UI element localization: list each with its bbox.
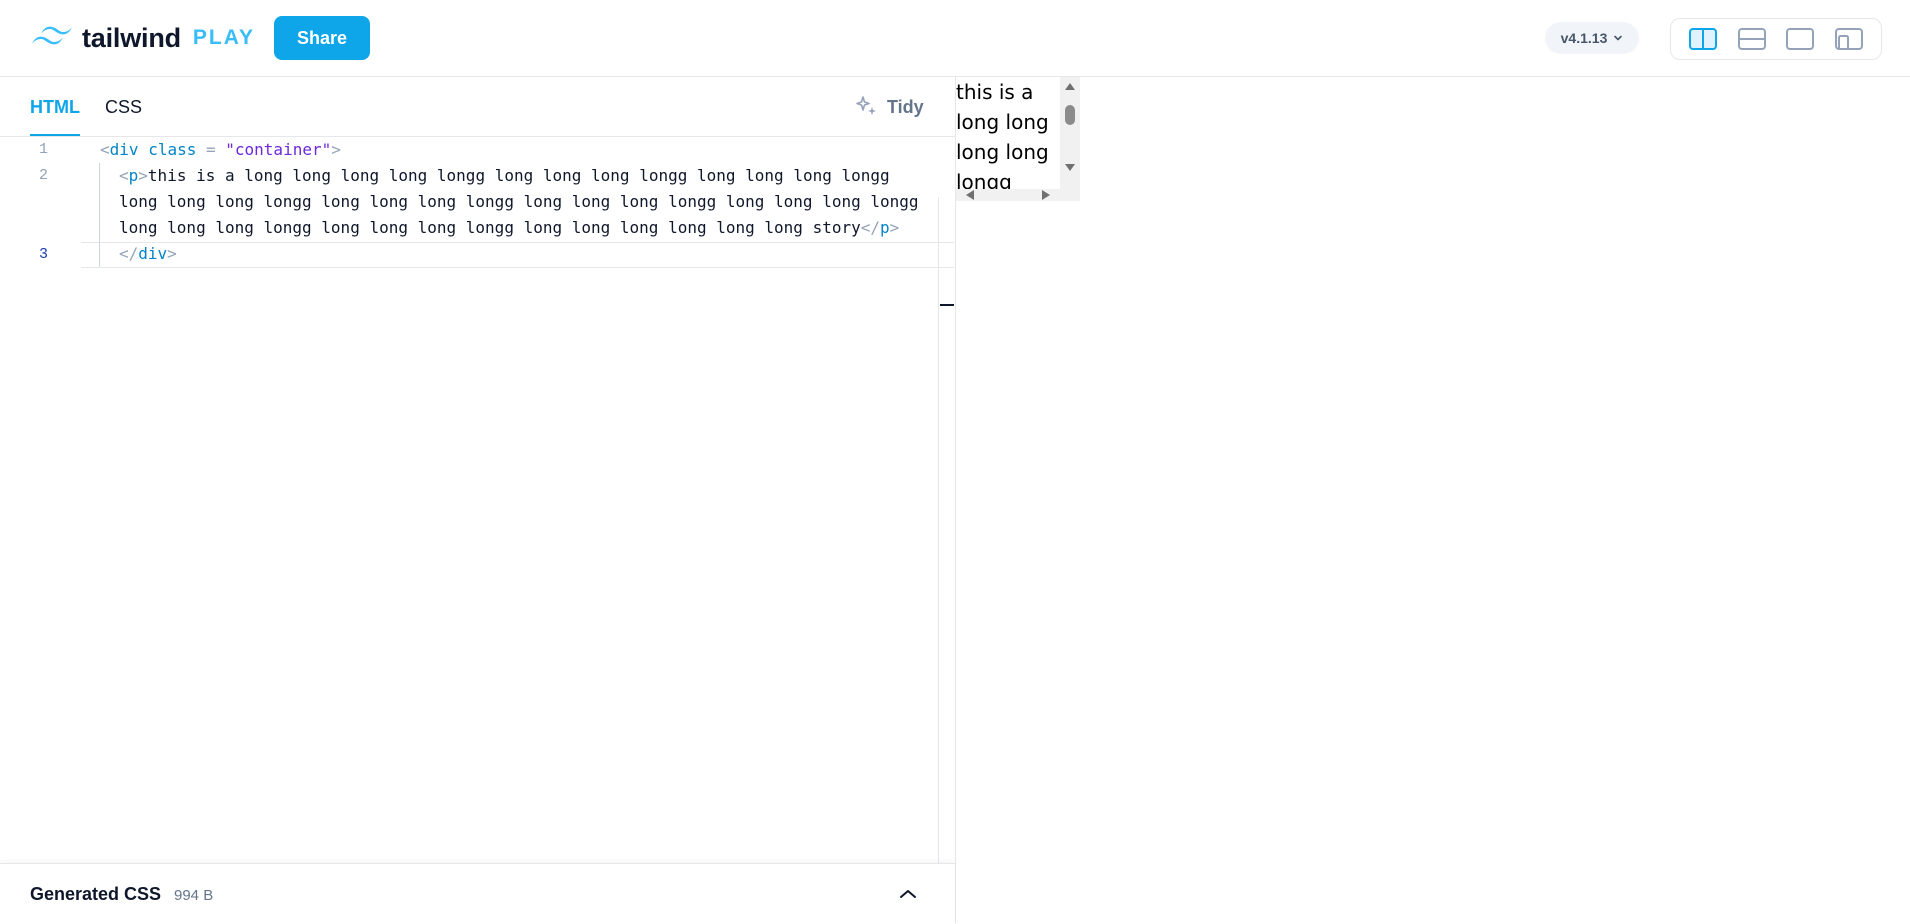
tidy-label: Tidy	[887, 96, 924, 117]
editor-scroll-gutter	[938, 197, 939, 923]
scroll-down-icon[interactable]	[1065, 164, 1075, 171]
tidy-button[interactable]: Tidy	[855, 95, 924, 119]
responsive-icon	[1834, 28, 1863, 50]
preview-pane: this is a long long long long longg long	[956, 77, 1910, 923]
scroll-left-icon[interactable]	[966, 190, 974, 200]
layout-toggle-group	[1670, 18, 1882, 60]
horizontal-scrollbar[interactable]	[956, 189, 1060, 201]
code-token: p	[880, 218, 890, 237]
line-number: 1	[38, 141, 48, 158]
logo-wordmark: tailwind	[82, 22, 181, 53]
code-token: >	[889, 218, 900, 237]
split-vertical-icon	[1689, 28, 1718, 50]
generated-css-panel[interactable]: Generated CSS 994 B	[0, 863, 955, 924]
active-line-highlight	[81, 242, 954, 268]
tailwind-logo-icon	[32, 26, 72, 45]
top-header: tailwind PLAY Share v4.1.13	[0, 0, 1910, 77]
code-token: >	[167, 244, 177, 263]
version-label: v4.1.13	[1560, 30, 1608, 46]
scroll-position-marker	[940, 304, 954, 306]
scroll-up-icon[interactable]	[1065, 83, 1075, 90]
preview-paragraph: this is a long long long long longg long	[956, 77, 1060, 201]
generated-css-title: Generated CSS	[30, 884, 162, 904]
preview-only-icon	[1786, 28, 1815, 50]
logo-play-label: PLAY	[192, 26, 255, 49]
layout-preview-only-button[interactable]	[1782, 21, 1818, 57]
expand-panel-button[interactable]	[896, 882, 920, 906]
preview-text-line: long long	[956, 110, 1049, 134]
scrollbar-corner	[1060, 189, 1080, 201]
code-token: </	[860, 218, 880, 237]
tab-css[interactable]: CSS	[105, 97, 142, 118]
line-number: 3	[38, 246, 48, 263]
preview-container[interactable]: this is a long long long long longg long	[956, 77, 1080, 201]
code-editor[interactable]: 1 2 3 <div class = "container"> <p>this …	[0, 137, 954, 923]
editor-pane: HTML CSS Tidy 1 2 3 <div class = "contai…	[0, 77, 956, 924]
preview-text-line: long long	[956, 140, 1049, 164]
chevron-up-icon	[900, 890, 916, 898]
code-line-1: <div class = "container">	[100, 140, 341, 159]
preview-text-line: this is a	[956, 80, 1034, 104]
layout-split-horizontal-button[interactable]	[1734, 21, 1770, 57]
code-token: </	[119, 244, 139, 263]
code-text: long long long longg long long long long…	[119, 192, 919, 211]
code-line-2-wrap: long long long longg long long long long…	[119, 218, 899, 237]
tab-html[interactable]: HTML	[30, 97, 80, 118]
code-token: p	[128, 166, 139, 185]
layout-responsive-button[interactable]	[1831, 21, 1867, 57]
code-token: =	[196, 140, 226, 159]
code-token: >	[138, 166, 148, 185]
scroll-right-icon[interactable]	[1042, 190, 1050, 200]
vertical-scroll-thumb[interactable]	[1065, 105, 1075, 125]
indent-guide	[99, 163, 100, 267]
line-number: 2	[38, 167, 48, 184]
code-line-3: </div>	[119, 244, 177, 263]
code-text: long long long longg long long long long…	[119, 218, 861, 237]
split-horizontal-icon	[1737, 28, 1766, 50]
version-select[interactable]: v4.1.13	[1545, 22, 1639, 54]
code-text: this is a long long long long longg long…	[147, 166, 890, 185]
code-token: >	[331, 140, 341, 159]
code-token: "container"	[225, 140, 332, 159]
generated-css-size: 994 B	[174, 887, 214, 904]
code-line-2: <p>this is a long long long long longg l…	[119, 166, 890, 185]
code-token: <	[119, 166, 129, 185]
editor-tabs: HTML CSS Tidy	[0, 77, 955, 137]
chevron-down-icon	[1614, 35, 1623, 41]
code-token: div	[138, 244, 168, 263]
code-token: <	[100, 140, 110, 159]
sparkles-icon	[856, 96, 876, 115]
vertical-scrollbar[interactable]	[1060, 77, 1080, 189]
tailwind-play-logo[interactable]: tailwind PLAY	[30, 20, 255, 56]
active-tab-indicator	[30, 134, 80, 136]
layout-split-vertical-button[interactable]	[1685, 21, 1721, 57]
share-button[interactable]: Share	[274, 16, 370, 60]
code-token: class	[148, 140, 197, 159]
code-token: div	[109, 140, 139, 159]
code-line-2-wrap: long long long longg long long long long…	[119, 192, 919, 211]
